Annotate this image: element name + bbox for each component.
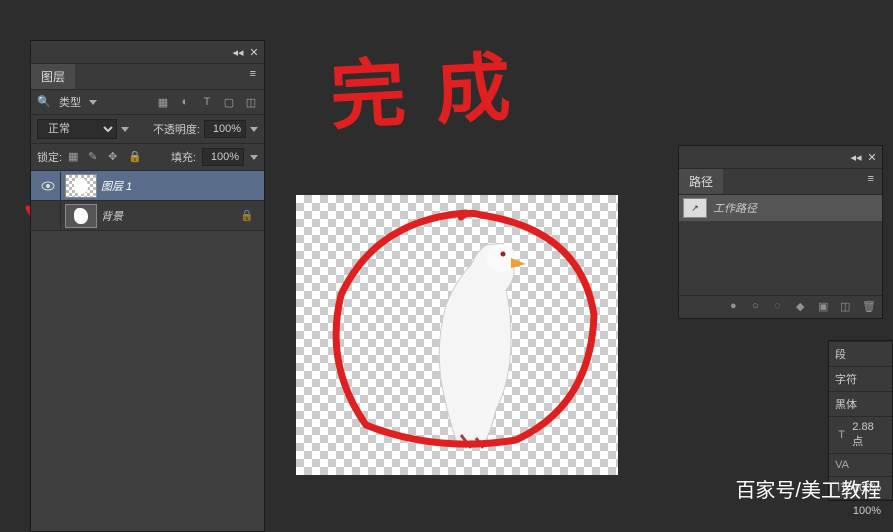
filter-shape-icon[interactable]: ▢ — [222, 95, 236, 109]
filter-type-icon[interactable]: T — [200, 95, 214, 109]
fill-input[interactable] — [202, 148, 244, 166]
close-icon[interactable]: ✕ — [248, 47, 260, 57]
lock-transparency-icon[interactable]: ▦ — [68, 150, 82, 164]
layer-row[interactable]: 图层 1 — [31, 171, 264, 201]
blend-mode-select[interactable]: 正常 — [37, 119, 117, 139]
tab-character[interactable]: 字符 — [829, 367, 892, 392]
panel-header: ◂◂ ✕ — [31, 41, 264, 64]
paths-footer: ● ○ ◌ ◆ ▣ ◫ 🗑 — [679, 295, 882, 318]
layer-thumbnail[interactable] — [65, 204, 97, 228]
visibility-toggle[interactable] — [35, 172, 61, 200]
collapse-icon[interactable]: ◂◂ — [232, 47, 244, 57]
font-size-value[interactable]: 2.88 点 — [852, 421, 886, 449]
panel-header: ◂◂ ✕ — [679, 146, 882, 169]
collapse-icon[interactable]: ◂◂ — [850, 152, 862, 162]
font-family[interactable]: 黑体 — [829, 392, 892, 417]
layer-list-empty — [31, 231, 264, 531]
watermark: 百家号/美工教程 100% — [735, 474, 881, 517]
filter-adjustment-icon[interactable]: ◐ — [178, 95, 192, 109]
eye-icon — [41, 181, 55, 191]
panel-menu-icon[interactable]: ≡ — [242, 64, 264, 89]
stroke-path-icon[interactable]: ○ — [752, 300, 766, 314]
new-path-icon[interactable]: ◫ — [840, 300, 854, 314]
layer-list: 图层 1 背景 🔒 — [31, 171, 264, 531]
lock-label: 锁定: — [37, 149, 62, 165]
kind-label: 类型 — [59, 94, 81, 110]
layer-name[interactable]: 背景 — [101, 208, 123, 224]
layer-thumbnail[interactable] — [65, 174, 97, 198]
watermark-text: 百家号/美工教程 — [735, 474, 881, 503]
delete-path-icon[interactable]: 🗑 — [862, 300, 876, 314]
layers-panel: ◂◂ ✕ 图层 ≡ 🔍 类型 ▦ ◐ T ▢ ◫ 正常 不透明度: 锁定: ▦ … — [30, 40, 265, 532]
path-name[interactable]: 工作路径 — [713, 200, 757, 216]
close-icon[interactable]: ✕ — [866, 152, 878, 162]
path-row[interactable]: ↗ 工作路径 — [679, 195, 882, 221]
lock-position-icon[interactable]: ✥ — [108, 150, 122, 164]
tracking-icon: VA — [835, 458, 849, 472]
zoom-value: 100% — [735, 505, 881, 517]
chevron-down-icon[interactable] — [121, 127, 129, 132]
mask-icon[interactable]: ▣ — [818, 300, 832, 314]
lock-all-icon[interactable]: 🔒 — [128, 150, 142, 164]
font-size-row[interactable]: T 2.88 点 — [829, 417, 892, 454]
tab-layers[interactable]: 图层 — [31, 64, 75, 89]
layer-row[interactable]: 背景 🔒 — [31, 201, 264, 231]
annotation-text: 完成 — [327, 25, 542, 145]
opacity-label: 不透明度: — [153, 121, 200, 137]
panel-menu-icon[interactable]: ≡ — [860, 169, 882, 194]
lock-icon: 🔒 — [240, 209, 254, 222]
fill-label: 填充: — [171, 149, 196, 165]
filter-smart-icon[interactable]: ◫ — [244, 95, 258, 109]
filter-row: 🔍 类型 ▦ ◐ T ▢ ◫ — [31, 90, 264, 115]
chevron-down-icon[interactable] — [89, 100, 97, 105]
chevron-down-icon[interactable] — [250, 127, 258, 132]
panel-tab-cut[interactable]: 段 — [829, 341, 892, 367]
blend-row: 正常 不透明度: — [31, 115, 264, 144]
selection-path-icon[interactable]: ◌ — [774, 300, 788, 314]
annotation-circle — [316, 205, 606, 455]
search-icon[interactable]: 🔍 — [37, 95, 51, 109]
filter-pixel-icon[interactable]: ▦ — [156, 95, 170, 109]
layer-name[interactable]: 图层 1 — [101, 178, 132, 194]
paths-panel: ◂◂ ✕ 路径 ≡ ↗ 工作路径 ● ○ ◌ ◆ ▣ ◫ 🗑 — [678, 145, 883, 319]
lock-pixels-icon[interactable]: ✎ — [88, 150, 102, 164]
tab-paths[interactable]: 路径 — [679, 169, 723, 194]
opacity-input[interactable] — [204, 120, 246, 138]
paths-list: ↗ 工作路径 — [679, 195, 882, 295]
visibility-toggle[interactable] — [35, 202, 61, 230]
lock-row: 锁定: ▦ ✎ ✥ 🔒 填充: — [31, 144, 264, 171]
fill-path-icon[interactable]: ● — [730, 300, 744, 314]
font-size-icon: T — [835, 428, 848, 442]
chevron-down-icon[interactable] — [250, 155, 258, 160]
path-thumbnail[interactable]: ↗ — [683, 198, 707, 218]
make-path-icon[interactable]: ◆ — [796, 300, 810, 314]
canvas[interactable] — [296, 195, 618, 475]
